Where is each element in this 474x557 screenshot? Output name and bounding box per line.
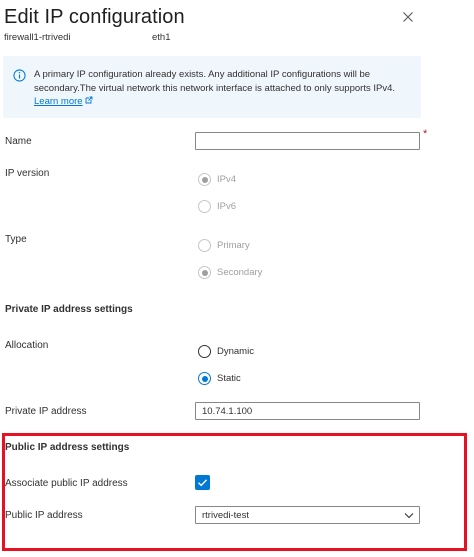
ip-version-ipv4-radio[interactable]: IPv4 [198, 173, 236, 186]
ip-version-ipv6-label: IPv6 [217, 201, 237, 212]
name-label: Name [5, 136, 32, 147]
required-indicator: * [423, 128, 428, 140]
radio-indicator [198, 345, 211, 358]
ip-version-ipv4-label: IPv4 [217, 174, 237, 185]
allocation-dynamic-radio[interactable]: Dynamic [198, 345, 254, 358]
ip-version-ipv6-radio[interactable]: IPv6 [198, 200, 236, 213]
private-ip-section-heading: Private IP address settings [5, 304, 133, 315]
allocation-dynamic-label: Dynamic [217, 346, 254, 357]
public-ip-dropdown-value: rtrivedi-test [202, 510, 249, 521]
chevron-down-icon [404, 513, 414, 519]
associate-public-ip-checkbox[interactable] [195, 475, 210, 490]
radio-indicator [198, 200, 211, 213]
resource-name: firewall1-rtrivedi [4, 32, 71, 43]
radio-selected-indicator [198, 372, 211, 385]
type-primary-radio[interactable]: Primary [198, 239, 250, 252]
info-icon [13, 69, 26, 82]
name-input[interactable] [195, 132, 420, 150]
panel-title: Edit IP configuration [4, 6, 185, 28]
info-banner: A primary IP configuration already exist… [3, 56, 421, 118]
checkmark-icon [198, 479, 208, 487]
private-ip-label: Private IP address [5, 406, 87, 417]
allocation-static-radio[interactable]: Static [198, 372, 241, 385]
info-banner-message: A primary IP configuration already exist… [34, 69, 395, 94]
type-primary-label: Primary [217, 240, 250, 251]
private-ip-input[interactable] [195, 402, 420, 420]
radio-indicator [198, 239, 211, 252]
public-ip-dropdown[interactable]: rtrivedi-test [195, 506, 420, 524]
radio-selected-indicator [198, 266, 211, 279]
allocation-label: Allocation [5, 340, 49, 351]
public-ip-label: Public IP address [5, 510, 83, 521]
type-label: Type [5, 234, 27, 245]
nic-name: eth1 [152, 32, 171, 43]
associate-public-ip-label: Associate public IP address [5, 478, 128, 489]
learn-more-link[interactable]: Learn more [34, 96, 93, 107]
type-secondary-radio[interactable]: Secondary [198, 266, 262, 279]
external-link-icon [85, 96, 93, 104]
public-ip-section-heading: Public IP address settings [5, 442, 130, 453]
info-banner-text: A primary IP configuration already exist… [34, 68, 414, 109]
allocation-static-label: Static [217, 373, 241, 384]
radio-selected-indicator [198, 173, 211, 186]
learn-more-label: Learn more [34, 96, 83, 107]
type-secondary-label: Secondary [217, 267, 263, 278]
ip-version-label: IP version [5, 168, 50, 179]
close-icon[interactable] [400, 9, 416, 25]
